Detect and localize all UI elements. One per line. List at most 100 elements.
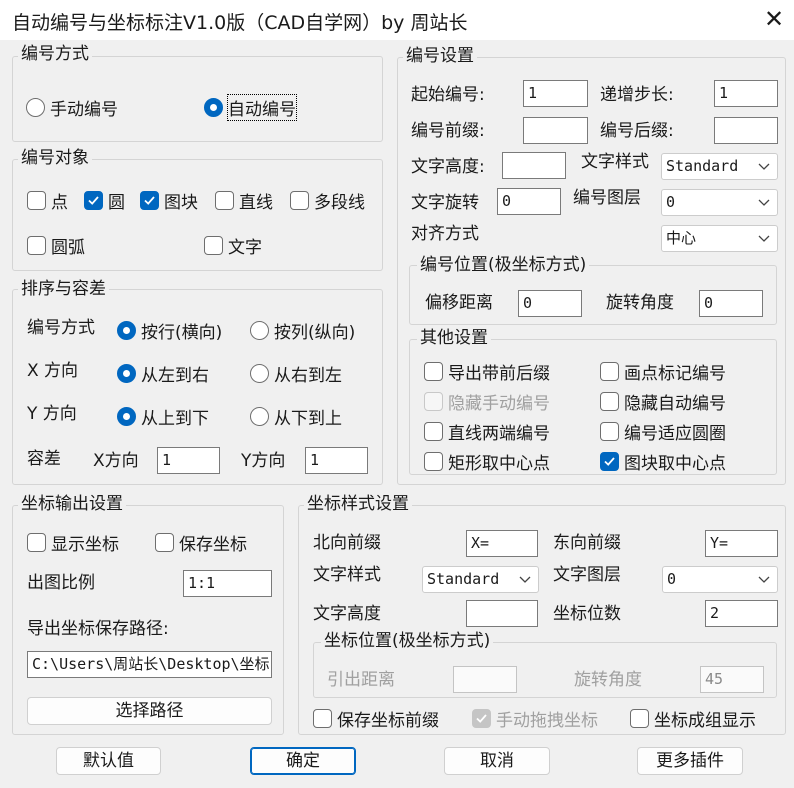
north-prefix-label: 北向前缀 — [313, 533, 381, 553]
radio-right-to-left[interactable]: 从右到左 — [250, 361, 342, 386]
coord-output-title: 坐标输出设置 — [18, 494, 126, 514]
numbering-object-title: 编号对象 — [18, 148, 92, 168]
close-icon: ✕ — [763, 5, 785, 33]
tolerance-y-input[interactable]: 1 — [305, 447, 368, 474]
prefix-input[interactable] — [523, 117, 588, 144]
checkbox-save-coords[interactable]: 保存坐标 — [155, 530, 247, 555]
check-icon — [604, 457, 615, 466]
radio-bottom-to-top[interactable]: 从下到上 — [250, 404, 342, 429]
start-number-input[interactable]: 1 — [523, 80, 588, 107]
tolerance-x-label: X方向 — [93, 451, 139, 471]
text-rotation-input[interactable]: 0 — [497, 188, 561, 215]
radio-auto-indicator[interactable] — [204, 98, 223, 117]
tolerance-x-input[interactable]: 1 — [157, 447, 220, 474]
rotation-angle-label: 旋转角度 — [606, 293, 674, 313]
text-height-label: 文字高度: — [411, 157, 485, 177]
text-style-label: 文字样式 — [581, 152, 649, 172]
other-settings-title: 其他设置 — [417, 328, 491, 348]
text-height-input[interactable] — [502, 152, 566, 179]
checkbox-hide-manual[interactable]: 隐藏手动编号 — [424, 389, 550, 414]
number-position-title: 编号位置(极坐标方式) — [417, 255, 590, 275]
text-rotation-label: 文字旋转 — [411, 193, 479, 213]
coord-text-layer-label: 文字图层 — [553, 565, 621, 585]
radio-by-column[interactable]: 按列(纵向) — [250, 318, 355, 343]
more-plugins-button[interactable]: 更多插件 — [637, 747, 743, 775]
chevron-down-icon — [519, 576, 531, 583]
checkbox-point-marker[interactable]: 画点标记编号 — [600, 359, 726, 384]
tolerance-y-label: Y方向 — [241, 451, 286, 471]
close-button[interactable]: ✕ — [760, 5, 788, 33]
coord-position-title: 坐标位置(极坐标方式) — [321, 631, 494, 651]
y-direction-label: Y 方向 — [27, 404, 77, 424]
ok-button[interactable]: 确定 — [250, 747, 356, 775]
coord-text-layer-select[interactable]: 0 — [662, 566, 778, 593]
checkbox-line-both-ends[interactable]: 直线两端编号 — [424, 419, 550, 444]
step-input[interactable]: 1 — [714, 80, 778, 107]
coord-angle-input[interactable]: 45 — [700, 666, 764, 693]
checkbox-polyline[interactable]: 多段线 — [290, 188, 365, 213]
numbering-settings-title: 编号设置 — [403, 46, 477, 66]
step-label: 递增步长: — [600, 85, 674, 105]
cancel-button[interactable]: 取消 — [444, 747, 550, 775]
prefix-label: 编号前缀: — [411, 121, 485, 141]
radio-auto-numbering[interactable]: 自动编号 — [204, 94, 297, 121]
lead-distance-label: 引出距离 — [327, 670, 395, 690]
sort-method-label: 编号方式 — [27, 318, 95, 338]
coord-angle-label: 旋转角度 — [574, 670, 642, 690]
radio-manual-indicator[interactable] — [26, 98, 45, 117]
checkbox-show-coords[interactable]: 显示坐标 — [27, 530, 119, 555]
checkbox-block-center[interactable]: 图块取中心点 — [600, 449, 726, 474]
checkbox-manual-drag[interactable]: 手动拖拽坐标 — [472, 706, 598, 731]
coord-digits-label: 坐标位数 — [553, 604, 621, 624]
east-prefix-input[interactable]: Y= — [705, 530, 778, 557]
checkbox-save-coord-prefix[interactable]: 保存坐标前缀 — [313, 706, 439, 731]
offset-distance-label: 偏移距离 — [425, 293, 493, 313]
radio-by-row[interactable]: 按行(横向) — [117, 318, 222, 343]
alignment-select[interactable]: 中心 — [661, 225, 778, 252]
x-direction-label: X 方向 — [27, 361, 79, 381]
check-icon — [88, 196, 99, 205]
checkbox-block[interactable]: 图块 — [140, 188, 198, 213]
number-layer-select[interactable]: 0 — [661, 189, 778, 216]
start-number-label: 起始编号: — [411, 85, 485, 105]
checkbox-rect-center[interactable]: 矩形取中心点 — [424, 449, 550, 474]
checkbox-export-with-affix[interactable]: 导出带前后缀 — [424, 359, 550, 384]
export-path-input[interactable]: C:\Users\周站长\Desktop\坐标 — [27, 651, 272, 678]
suffix-label: 编号后缀: — [600, 121, 674, 141]
east-prefix-label: 东向前缀 — [553, 533, 621, 553]
checkbox-point[interactable]: 点 — [27, 188, 68, 213]
chevron-down-icon — [758, 235, 770, 242]
radio-top-to-bottom[interactable]: 从上到下 — [117, 404, 209, 429]
coord-style-title: 坐标样式设置 — [304, 494, 412, 514]
checkbox-fit-circle[interactable]: 编号适应圆圈 — [600, 419, 726, 444]
plot-scale-label: 出图比例 — [27, 573, 95, 593]
coord-text-style-select[interactable]: Standard — [422, 566, 539, 593]
coord-text-style-label: 文字样式 — [313, 565, 381, 585]
coord-digits-input[interactable]: 2 — [705, 600, 778, 627]
lead-distance-input[interactable] — [453, 666, 517, 693]
offset-distance-input[interactable]: 0 — [518, 290, 582, 317]
checkbox-hide-auto[interactable]: 隐藏自动编号 — [600, 389, 726, 414]
chevron-down-icon — [758, 576, 770, 583]
checkbox-arc[interactable]: 圆弧 — [27, 233, 85, 258]
default-button[interactable]: 默认值 — [56, 747, 161, 775]
radio-left-to-right[interactable]: 从左到右 — [117, 361, 209, 386]
check-icon — [476, 714, 487, 723]
checkbox-circle[interactable]: 圆 — [84, 188, 125, 213]
checkbox-text[interactable]: 文字 — [204, 233, 262, 258]
north-prefix-input[interactable]: X= — [466, 530, 538, 557]
radio-manual-numbering[interactable]: 手动编号 — [26, 95, 118, 120]
export-path-label: 导出坐标保存路径: — [27, 619, 169, 639]
text-style-select[interactable]: Standard — [661, 153, 778, 180]
checkbox-group-display[interactable]: 坐标成组显示 — [630, 706, 756, 731]
window-title: 自动编号与坐标标注V1.0版（CAD自学网）by 周站长 — [12, 12, 468, 34]
plot-scale-input[interactable]: 1:1 — [183, 570, 272, 597]
alignment-label: 对齐方式 — [411, 224, 479, 244]
coord-text-height-input[interactable] — [466, 600, 538, 627]
rotation-angle-input[interactable]: 0 — [699, 290, 763, 317]
checkbox-line[interactable]: 直线 — [215, 188, 273, 213]
numbering-method-title: 编号方式 — [18, 44, 92, 64]
choose-path-button[interactable]: 选择路径 — [27, 697, 272, 725]
suffix-input[interactable] — [714, 117, 778, 144]
number-layer-label: 编号图层 — [573, 188, 641, 208]
